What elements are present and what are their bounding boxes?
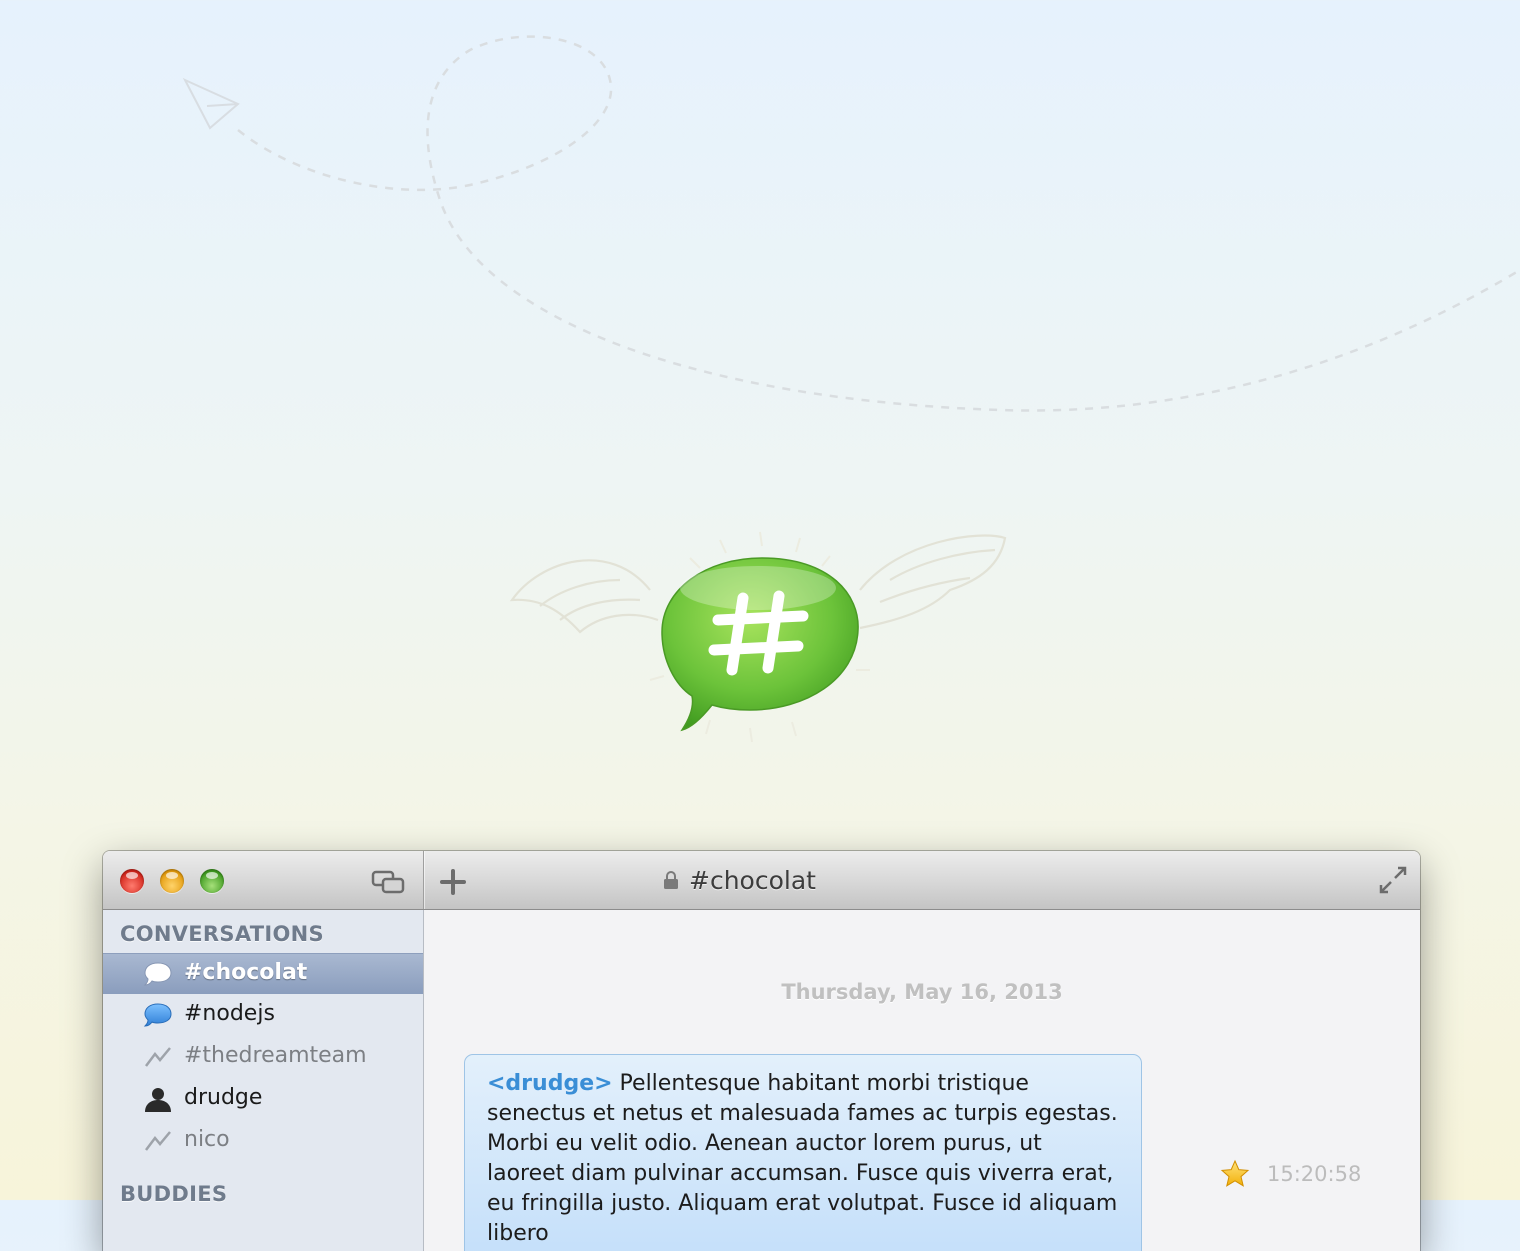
person-icon — [145, 1088, 171, 1112]
blue-speech-bubble-icon — [143, 1003, 172, 1027]
sidebar-item-label: #thedreamteam — [184, 1043, 367, 1068]
message-text: Pellentesque habitant morbi tristique se… — [487, 1071, 1118, 1246]
close-window-button[interactable] — [120, 869, 144, 893]
message-timestamp: 15:20:58 — [1267, 1162, 1362, 1186]
sidebar-item-thedreamteam[interactable]: #thedreamteam — [103, 1037, 423, 1077]
sidebar-item-nodejs[interactable]: #nodejs — [103, 995, 423, 1035]
zoom-window-button[interactable] — [200, 869, 224, 893]
inactive-zigzag-icon — [145, 1131, 171, 1151]
toggle-windows-icon[interactable] — [371, 869, 405, 895]
speech-bubble-icon — [143, 962, 172, 986]
minimize-window-button[interactable] — [160, 869, 184, 893]
lock-icon — [664, 871, 678, 889]
buddies-header: BUDDIES — [120, 1182, 228, 1206]
sidebar-item-chocolat[interactable]: #chocolat — [103, 953, 423, 994]
title-bar: #chocolat — [103, 851, 1420, 910]
inactive-zigzag-icon — [145, 1047, 171, 1067]
sidebar-item-label: nico — [184, 1127, 230, 1152]
sidebar-item-label: #nodejs — [184, 1001, 275, 1026]
sidebar-item-drudge[interactable]: drudge — [103, 1079, 423, 1119]
sidebar-item-nico[interactable]: nico — [103, 1121, 423, 1161]
conversations-header: CONVERSATIONS — [120, 922, 324, 946]
star-icon[interactable] — [1220, 1159, 1250, 1189]
message-nick[interactable]: <drudge> — [487, 1071, 613, 1096]
window-title-group: #chocolat — [663, 862, 816, 898]
app-logo-icon — [509, 531, 1007, 743]
sidebar-item-label: drudge — [184, 1085, 263, 1110]
window-title: #chocolat — [689, 865, 816, 895]
fullscreen-icon[interactable] — [1378, 865, 1408, 895]
sidebar-item-label: #chocolat — [184, 960, 308, 985]
chat-window: #chocolat CONVERSATIONS #chocolat #nodej… — [103, 851, 1420, 1251]
add-conversation-icon[interactable] — [440, 869, 466, 895]
message-bubble: <drudge> Pellentesque habitant morbi tri… — [464, 1054, 1142, 1251]
date-separator: Thursday, May 16, 2013 — [781, 980, 1063, 1004]
toolbar-divider — [423, 851, 424, 909]
